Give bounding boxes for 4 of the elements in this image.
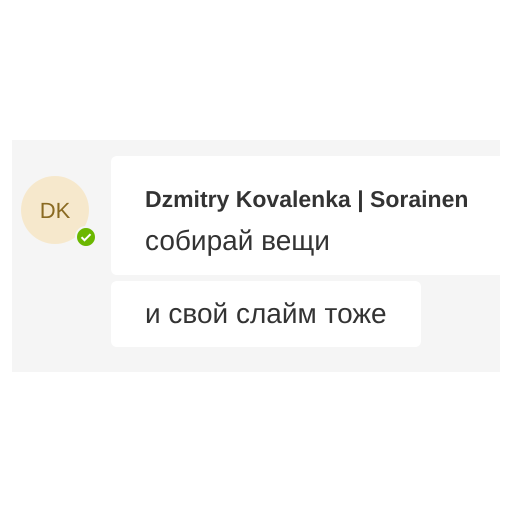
sender-name: Dzmitry Kovalenka | Sorainen <box>145 185 470 214</box>
message-text: и свой слайм тоже <box>145 298 387 330</box>
message-text: собирай вещи <box>145 224 331 256</box>
avatar-initials: DK <box>40 196 70 224</box>
